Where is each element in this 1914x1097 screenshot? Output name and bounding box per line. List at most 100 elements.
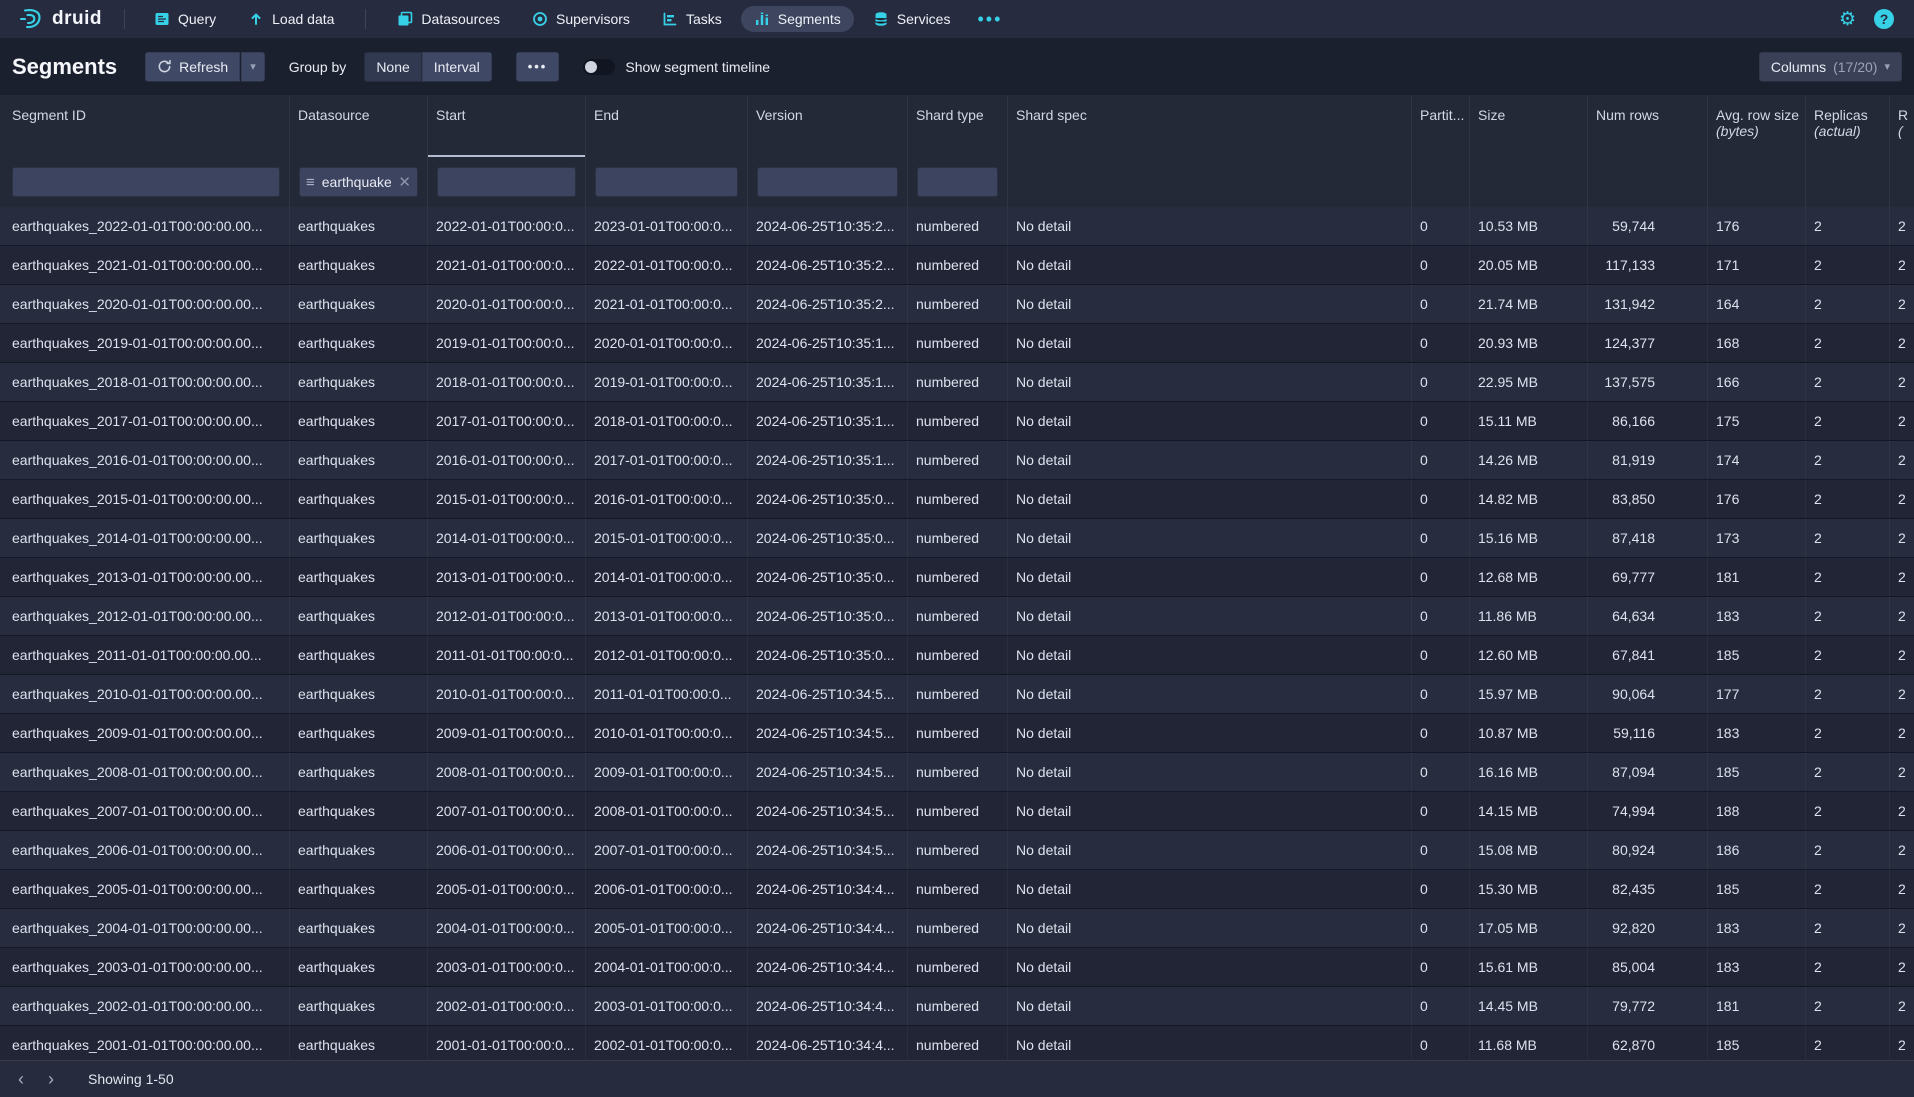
refresh-button[interactable]: Refresh	[145, 52, 240, 82]
table-row[interactable]: earthquakes_2003-01-01T00:00:00.00...ear…	[0, 948, 1914, 987]
column-header-start[interactable]: Start	[428, 95, 586, 157]
filter-chip-close-icon[interactable]: ✕	[398, 173, 411, 191]
nav-item-query[interactable]: Query	[141, 6, 229, 32]
filter-cell-avg_row_size	[1708, 157, 1806, 207]
table-row[interactable]: earthquakes_2016-01-01T00:00:00.00...ear…	[0, 441, 1914, 480]
cell-segment_id: earthquakes_2015-01-01T00:00:00.00...	[0, 480, 290, 518]
cell-version: 2024-06-25T10:35:1...	[748, 324, 908, 362]
column-header-datasource[interactable]: Datasource	[290, 95, 428, 157]
nav-item-segments[interactable]: Segments	[741, 6, 854, 32]
table-row[interactable]: earthquakes_2021-01-01T00:00:00.00...ear…	[0, 246, 1914, 285]
settings-gear-icon[interactable]: ⚙	[1829, 8, 1866, 31]
cell-segment_id: earthquakes_2007-01-01T00:00:00.00...	[0, 792, 290, 830]
cell-replicas: 2	[1806, 675, 1890, 713]
page-title: Segments	[12, 54, 117, 80]
filter-input-start[interactable]	[437, 167, 576, 197]
table-row[interactable]: earthquakes_2022-01-01T00:00:00.00...ear…	[0, 207, 1914, 246]
column-header-repl_factor[interactable]: R(	[1890, 95, 1914, 157]
cell-repl_factor: 2	[1890, 870, 1914, 908]
cell-num_rows: 83,850	[1588, 480, 1708, 518]
pagination-bar: ‹ › Showing 1-50	[0, 1060, 1914, 1097]
cell-repl_factor: 2	[1890, 753, 1914, 791]
druid-logo[interactable]: druid	[12, 6, 108, 32]
nav-item-supervisors[interactable]: Supervisors	[519, 6, 643, 32]
load-data-icon	[248, 11, 264, 27]
refresh-icon	[157, 59, 172, 74]
column-header-label: Datasource	[298, 107, 370, 123]
column-header-shard_type[interactable]: Shard type	[908, 95, 1008, 157]
cell-version: 2024-06-25T10:35:0...	[748, 480, 908, 518]
table-row[interactable]: earthquakes_2012-01-01T00:00:00.00...ear…	[0, 597, 1914, 636]
cell-avg_row_size: 176	[1708, 480, 1806, 518]
column-header-sublabel: (	[1898, 123, 1914, 139]
columns-button[interactable]: Columns (17/20) ▾	[1759, 52, 1902, 82]
cell-avg_row_size: 185	[1708, 753, 1806, 791]
column-header-partition[interactable]: Partit...	[1412, 95, 1470, 157]
table-row[interactable]: earthquakes_2014-01-01T00:00:00.00...ear…	[0, 519, 1914, 558]
table-row[interactable]: earthquakes_2019-01-01T00:00:00.00...ear…	[0, 324, 1914, 363]
filter-input-end[interactable]	[595, 167, 738, 197]
table-row[interactable]: earthquakes_2002-01-01T00:00:00.00...ear…	[0, 987, 1914, 1026]
cell-start: 2011-01-01T00:00:0...	[428, 636, 586, 674]
cell-avg_row_size: 183	[1708, 948, 1806, 986]
table-row[interactable]: earthquakes_2015-01-01T00:00:00.00...ear…	[0, 480, 1914, 519]
cell-end: 2020-01-01T00:00:0...	[586, 324, 748, 362]
column-header-label: Segment ID	[12, 107, 86, 123]
cell-avg_row_size: 164	[1708, 285, 1806, 323]
cell-shard_spec: No detail	[1008, 324, 1412, 362]
table-row[interactable]: earthquakes_2018-01-01T00:00:00.00...ear…	[0, 363, 1914, 402]
column-header-replicas[interactable]: Replicas(actual)	[1806, 95, 1890, 157]
refresh-dropdown-button[interactable]: ▾	[241, 52, 265, 82]
table-row[interactable]: earthquakes_2005-01-01T00:00:00.00...ear…	[0, 870, 1914, 909]
cell-start: 2007-01-01T00:00:0...	[428, 792, 586, 830]
cell-repl_factor: 2	[1890, 636, 1914, 674]
cell-size: 22.95 MB	[1470, 363, 1588, 401]
nav-item-datasources[interactable]: Datasources	[384, 6, 513, 32]
datasource-filter-chip[interactable]: ≡earthquake✕	[299, 167, 418, 197]
nav-overflow-menu-icon[interactable]: •••	[967, 14, 1012, 24]
column-header-end[interactable]: End	[586, 95, 748, 157]
table-row[interactable]: earthquakes_2008-01-01T00:00:00.00...ear…	[0, 753, 1914, 792]
cell-avg_row_size: 173	[1708, 519, 1806, 557]
cell-start: 2001-01-01T00:00:0...	[428, 1026, 586, 1064]
column-header-num_rows[interactable]: Num rows	[1588, 95, 1708, 157]
nav-item-label: Query	[178, 11, 216, 27]
help-icon[interactable]: ?	[1874, 9, 1894, 29]
cell-version: 2024-06-25T10:34:5...	[748, 792, 908, 830]
pagination-prev-button[interactable]: ‹	[6, 1064, 36, 1094]
column-header-avg_row_size[interactable]: Avg. row size(bytes)	[1708, 95, 1806, 157]
column-header-size[interactable]: Size	[1470, 95, 1588, 157]
column-header-segment_id[interactable]: Segment ID	[0, 95, 290, 157]
table-row[interactable]: earthquakes_2010-01-01T00:00:00.00...ear…	[0, 675, 1914, 714]
table-row[interactable]: earthquakes_2020-01-01T00:00:00.00...ear…	[0, 285, 1914, 324]
filter-input-segment_id[interactable]	[12, 167, 280, 197]
cell-version: 2024-06-25T10:35:1...	[748, 402, 908, 440]
cell-size: 21.74 MB	[1470, 285, 1588, 323]
table-row[interactable]: earthquakes_2004-01-01T00:00:00.00...ear…	[0, 909, 1914, 948]
cell-end: 2014-01-01T00:00:0...	[586, 558, 748, 596]
table-row[interactable]: earthquakes_2017-01-01T00:00:00.00...ear…	[0, 402, 1914, 441]
cell-num_rows: 82,435	[1588, 870, 1708, 908]
nav-item-load-data[interactable]: Load data	[235, 6, 347, 32]
cell-replicas: 2	[1806, 597, 1890, 635]
table-row[interactable]: earthquakes_2007-01-01T00:00:00.00...ear…	[0, 792, 1914, 831]
nav-item-tasks[interactable]: Tasks	[649, 6, 735, 32]
filter-input-version[interactable]	[757, 167, 898, 197]
group-by-none-button[interactable]: None	[364, 52, 421, 82]
timeline-toggle[interactable]: Show segment timeline	[583, 59, 770, 75]
column-header-shard_spec[interactable]: Shard spec	[1008, 95, 1412, 157]
showing-label: Showing 1-50	[88, 1071, 174, 1087]
pagination-next-button[interactable]: ›	[36, 1064, 66, 1094]
table-row[interactable]: earthquakes_2013-01-01T00:00:00.00...ear…	[0, 558, 1914, 597]
toolbar-more-button[interactable]: •••	[516, 52, 560, 82]
column-header-version[interactable]: Version	[748, 95, 908, 157]
cell-replicas: 2	[1806, 714, 1890, 752]
table-row[interactable]: earthquakes_2009-01-01T00:00:00.00...ear…	[0, 714, 1914, 753]
group-by-interval-button[interactable]: Interval	[422, 52, 492, 82]
cell-num_rows: 87,418	[1588, 519, 1708, 557]
nav-item-services[interactable]: Services	[860, 6, 964, 32]
table-row[interactable]: earthquakes_2011-01-01T00:00:00.00...ear…	[0, 636, 1914, 675]
filter-input-shard_type[interactable]	[917, 167, 998, 197]
cell-size: 15.97 MB	[1470, 675, 1588, 713]
table-row[interactable]: earthquakes_2006-01-01T00:00:00.00...ear…	[0, 831, 1914, 870]
